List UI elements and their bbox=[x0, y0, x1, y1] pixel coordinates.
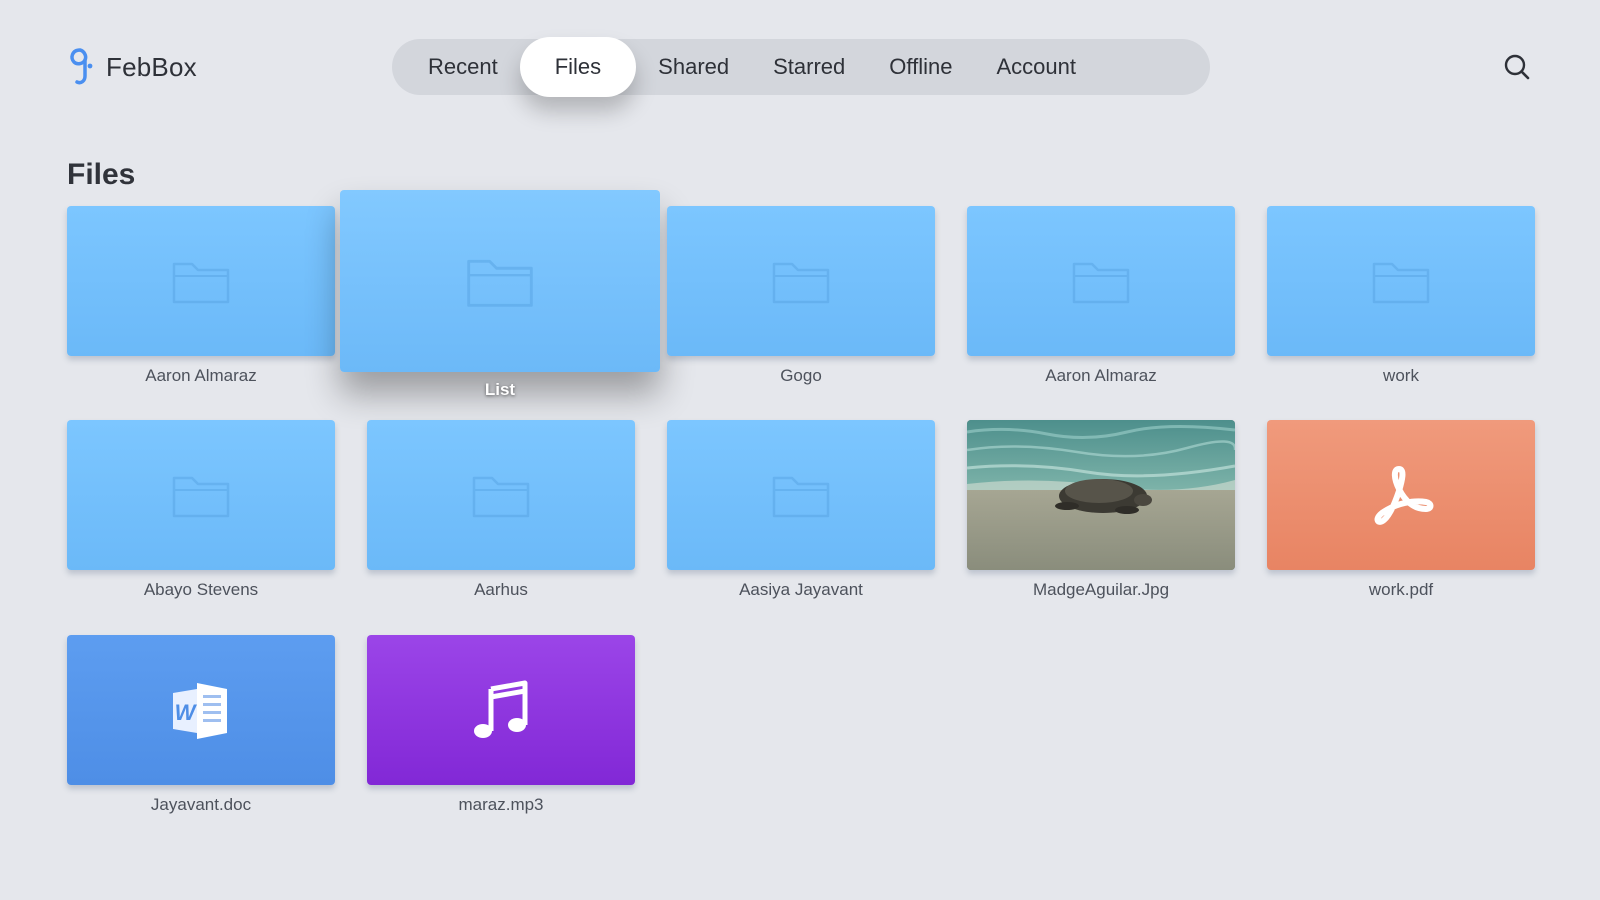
febbox-logo-icon bbox=[70, 48, 93, 85]
section-title: Files bbox=[67, 158, 136, 191]
tab-files[interactable]: Files bbox=[519, 37, 637, 97]
tab-shared[interactable]: Shared bbox=[636, 39, 751, 95]
folder-card bbox=[67, 420, 335, 570]
file-name: maraz.mp3 bbox=[458, 795, 544, 814]
pdf-icon bbox=[1374, 466, 1434, 525]
tab-starred[interactable]: Starred bbox=[751, 39, 867, 95]
file-name: MadgeAguilar.Jpg bbox=[1032, 580, 1170, 599]
file-name: Aaron Almaraz bbox=[1045, 366, 1157, 385]
folder-icon bbox=[467, 259, 533, 307]
folder-icon bbox=[1372, 262, 1430, 304]
folder-icon bbox=[772, 262, 830, 304]
folder-icon bbox=[172, 262, 230, 304]
file-name: Aaron Almaraz bbox=[145, 366, 257, 385]
search-icon[interactable] bbox=[1502, 52, 1532, 82]
folder-card bbox=[967, 206, 1235, 356]
svg-text:W: W bbox=[175, 700, 198, 725]
file-name: Aasiya Jayavant bbox=[739, 580, 863, 599]
word-doc-icon: W bbox=[173, 683, 227, 739]
app-logo: FebBox bbox=[64, 46, 197, 88]
folder-card bbox=[667, 420, 935, 570]
turtle-photo bbox=[967, 420, 1235, 570]
pdf-card bbox=[1267, 420, 1535, 570]
folder-icon bbox=[472, 476, 530, 518]
file-name: List bbox=[484, 380, 516, 399]
folder-icon bbox=[172, 476, 230, 518]
music-note-icon bbox=[474, 680, 528, 738]
folder-icon bbox=[1072, 262, 1130, 304]
image-thumbnail bbox=[967, 420, 1235, 570]
folder-card bbox=[340, 190, 660, 372]
file-name: work.pdf bbox=[1368, 580, 1434, 599]
file-name: work bbox=[1383, 366, 1419, 385]
folder-card bbox=[1267, 206, 1535, 356]
file-name: Jayavant.doc bbox=[150, 795, 252, 814]
tab-offline[interactable]: Offline bbox=[867, 39, 974, 95]
tab-recent[interactable]: Recent bbox=[406, 39, 520, 95]
audio-card bbox=[367, 635, 635, 785]
folder-card bbox=[67, 206, 335, 356]
tab-account[interactable]: Account bbox=[974, 39, 1098, 95]
folder-card bbox=[367, 420, 635, 570]
file-name: Gogo bbox=[780, 366, 822, 385]
doc-card: W bbox=[67, 635, 335, 785]
top-nav: Recent Files Shared Starred Offline Acco… bbox=[392, 37, 1210, 97]
folder-icon bbox=[772, 476, 830, 518]
file-name: Aarhus bbox=[474, 580, 528, 599]
app-name: FebBox bbox=[106, 51, 197, 82]
folder-card bbox=[667, 206, 935, 356]
file-name: Abayo Stevens bbox=[143, 580, 259, 599]
